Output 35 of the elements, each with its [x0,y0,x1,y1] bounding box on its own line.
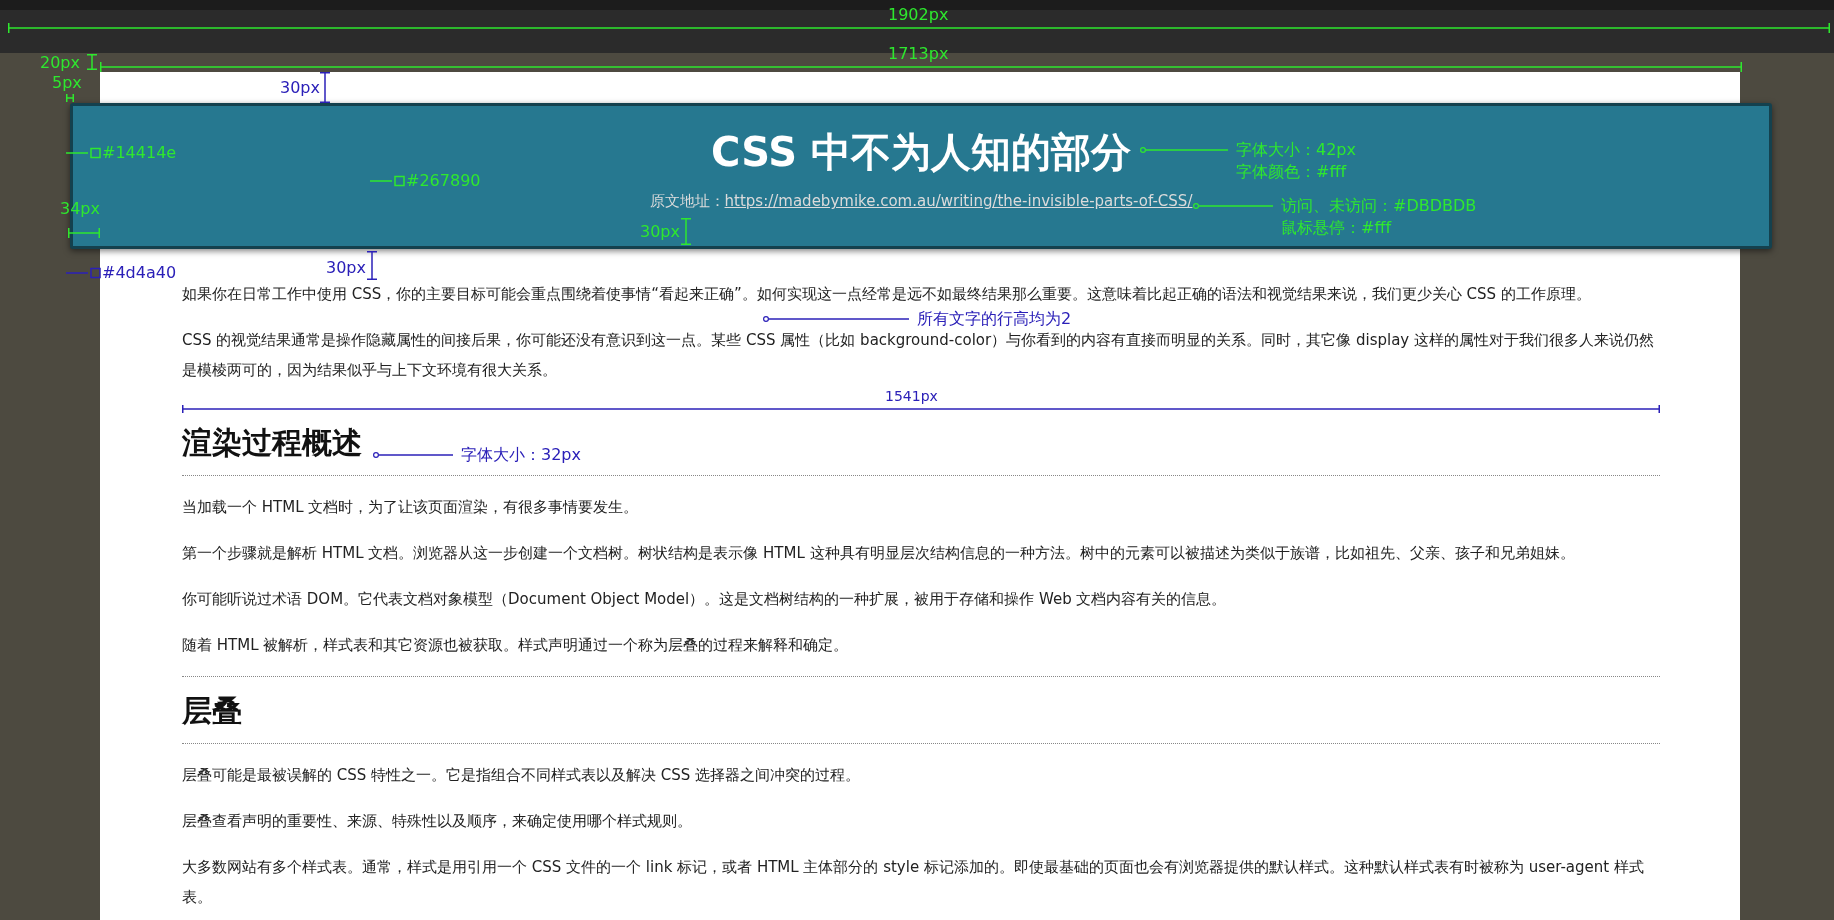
dimension-line [66,94,74,102]
dimension-label: 30px [640,221,680,243]
section-heading: 层叠 [182,689,1660,744]
paragraph: 层叠可能是最被误解的 CSS 特性之一。它是指组合不同样式表以及解决 CSS 选择器之间冲突的过程。 [182,765,862,786]
dimension-label: 30px [280,77,320,99]
paragraph: 大多数网站有多个样式表。通常，样式是用引用一个 CSS 文件的一个 link 标记，或者 HTML 主体部分的 style 标记添加的。即使最基础的页面也会有浏览器提供的默认样式。这种默认样式表有时被称为 user-agent 样式表。 [182,857,1645,908]
paragraph: 如果你在日常工作中使用 CSS，你的主要目标可能会重点围绕着使事情“看起来正确”。如何实现这一点经常是远不如最终结果那么重要。这意味着比起正确的语法和视觉结果来说，我们更少关心 CSS 的工作原理。 [182,284,1592,305]
paragraph: 第一个步骤就是解析 HTML 文档。浏览器从这一步创建一个文档树。树状结构是表示像 HTML 这种具有明显层次结构信息的一种方法。树中的元素可以被描述为类似于族谱，比如祖先、父亲、孩子和兄弟姐妹。 [182,543,1576,564]
dimension-line [68,228,100,238]
source-link[interactable]: https://madebymike.com.au/writing/the-invisible-parts-of-CSS/ [724,192,1193,210]
dimension-line [681,218,691,245]
dimension-label: 1902px [888,4,949,26]
annotation-note: 访问、未访问：#DBDBDB [1281,195,1477,217]
paragraph: 随着 HTML 被解析，样式表和其它资源也被获取。样式声明通过一个称为层叠的过程来解释和确定。 [182,635,850,656]
annotation-note: 鼠标悬停：#fff [1281,217,1392,239]
dimension-label: 1541px [885,388,938,404]
source-label: 原文地址： [649,192,725,210]
annotation-note: 字体大小：32px [461,444,581,466]
color-code-label: #267890 [406,170,481,192]
paragraph: CSS 的视觉结果通常是操作隐藏属性的间接后果，你可能还没有意识到这一点。某些 CSS 属性（比如 background-color）与你看到的内容有直接而明显的关系。同时，其它像 display 这样的属性对于我们很多人来说仍然是模棱两可的，因为结果似乎与上下文环境有很大关系。 [182,330,1655,381]
page-title: CSS 中不为人知的部分 [711,128,1131,177]
dimension-label: 5px [52,72,82,94]
dimension-line [87,54,97,70]
annotation-note: 字体大小：42px [1236,139,1356,161]
color-code-label: #4d4a40 [102,262,177,284]
paragraph: 当加载一个 HTML 文档时，为了让该页面渲染，有很多事情要发生。 [182,497,640,518]
paragraph: 层叠查看声明的重要性、来源、特殊性以及顺序，来确定使用哪个样式规则。 [182,811,693,832]
color-code-label: #14414e [102,142,177,164]
annotation-note: 字体颜色：#fff [1236,161,1347,183]
dimension-line [367,251,377,280]
dimension-label: 20px [40,52,80,74]
dimension-label: 30px [326,257,366,279]
dimension-label: 1713px [888,43,949,65]
paragraph: 你可能听说过术语 DOM。它代表文档对象模型（Document Object Model）。这是文档树结构的一种扩展，被用于存储和操作 Web 文档内容有关的信息。 [182,589,1228,610]
annotation-note: 所有文字的行高均为2 [917,308,1072,330]
